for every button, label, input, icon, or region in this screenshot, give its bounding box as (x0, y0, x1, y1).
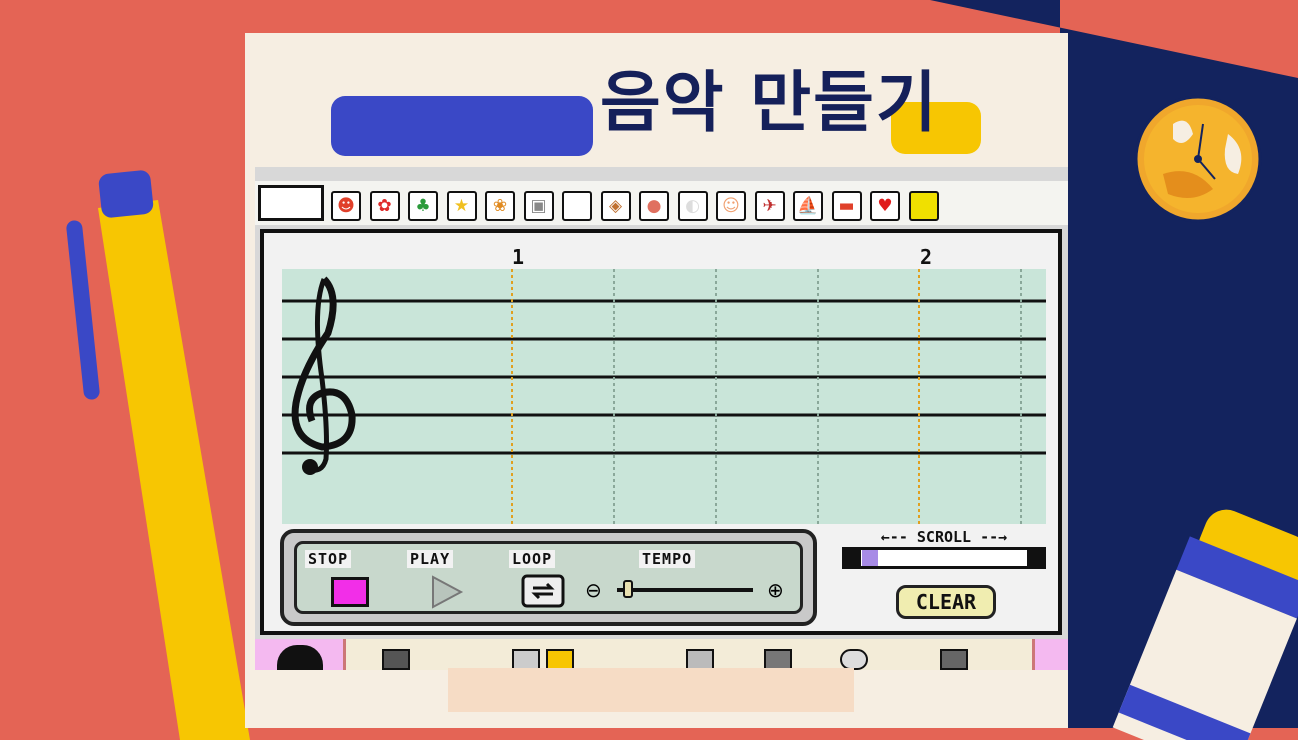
stop-button[interactable] (331, 577, 369, 607)
play-label: PLAY (407, 550, 454, 568)
clock-decoration (1134, 95, 1262, 223)
flower-stamp-icon[interactable]: ❀ (485, 191, 515, 221)
gear-tool-icon[interactable] (840, 649, 868, 670)
play-button[interactable] (429, 574, 465, 610)
mario-stamp-icon[interactable]: ☻ (331, 191, 361, 221)
selected-stamp-slot[interactable] (258, 185, 324, 221)
heart-stamp-icon[interactable]: ♥ (870, 191, 900, 221)
drawing-tool-icon[interactable] (277, 645, 323, 670)
caption-placeholder (448, 668, 854, 712)
animal-tool-icon[interactable] (686, 649, 714, 670)
tool-strip (343, 639, 1035, 670)
measure-number-2: 2 (920, 245, 933, 269)
playback-panel: STOP PLAY LOOP TEMPO ⊖ ⊕ (280, 529, 817, 626)
eraser-decoration (1112, 509, 1298, 740)
face-tool-icon[interactable] (764, 649, 792, 670)
tool-bar (255, 639, 1068, 670)
loop-label: LOOP (509, 550, 556, 568)
cat-tool-icon[interactable] (940, 649, 968, 670)
swan-stamp-icon[interactable]: ◐ (677, 191, 708, 221)
mushroom-stamp-icon[interactable]: ✿ (369, 191, 400, 221)
stop-label: STOP (305, 550, 352, 568)
scroll-thumb[interactable] (862, 550, 878, 566)
scroll-label: ←-- SCROLL --→ (880, 528, 1008, 546)
floppy-save-icon[interactable] (382, 649, 410, 670)
plane-stamp-icon[interactable]: ✈ (754, 191, 785, 221)
baby-stamp-icon[interactable]: ☺ (716, 191, 746, 221)
music-maker-screen: 1 2 STOP PLAY LOOP TEMPO ⊖ ⊕ ←-- SCROLL … (255, 167, 1068, 670)
yoshi-stamp-icon[interactable]: ♣ (408, 191, 438, 221)
tempo-label: TEMPO (639, 550, 696, 568)
gameboy-stamp-icon[interactable]: ▣ (523, 191, 554, 221)
tempo-decrease-button[interactable]: ⊖ (585, 578, 602, 602)
star-stamp-icon[interactable]: ★ (446, 191, 477, 221)
fraction-tool-icon[interactable] (512, 649, 540, 670)
tempo-slider-track[interactable] (617, 588, 753, 592)
car-stamp-icon[interactable]: ▬ (831, 191, 862, 221)
music-staff[interactable] (282, 269, 1046, 524)
tempo-increase-button[interactable]: ⊕ (767, 578, 784, 602)
fraction-tool-alt-icon[interactable] (546, 649, 574, 670)
pig-stamp-icon[interactable]: ● (639, 191, 669, 221)
playback-panel-inner: STOP PLAY LOOP TEMPO ⊖ ⊕ (294, 541, 803, 614)
page-title: 음악 만들기 (600, 64, 939, 141)
loop-button[interactable] (521, 574, 565, 608)
tempo-slider-handle[interactable] (623, 580, 633, 598)
menu-stamp-icon[interactable]: ☰ (908, 191, 939, 221)
scroll-right-arrow-icon[interactable] (1027, 550, 1043, 566)
pen-decoration (66, 170, 250, 740)
scrollbar[interactable] (842, 547, 1046, 569)
title-highlight-blue (331, 96, 593, 156)
boat-stamp-icon[interactable]: ⛵ (793, 191, 823, 221)
clear-button[interactable]: CLEAR (896, 585, 996, 619)
cat-stamp-icon[interactable]: ◈ (600, 191, 631, 221)
dog-stamp-icon[interactable]: ◆ (562, 191, 592, 221)
measure-number-1: 1 (512, 245, 525, 269)
staff-frame: 1 2 STOP PLAY LOOP TEMPO ⊖ ⊕ ←-- SCROLL … (260, 229, 1062, 635)
scroll-left-arrow-icon[interactable] (845, 550, 861, 566)
